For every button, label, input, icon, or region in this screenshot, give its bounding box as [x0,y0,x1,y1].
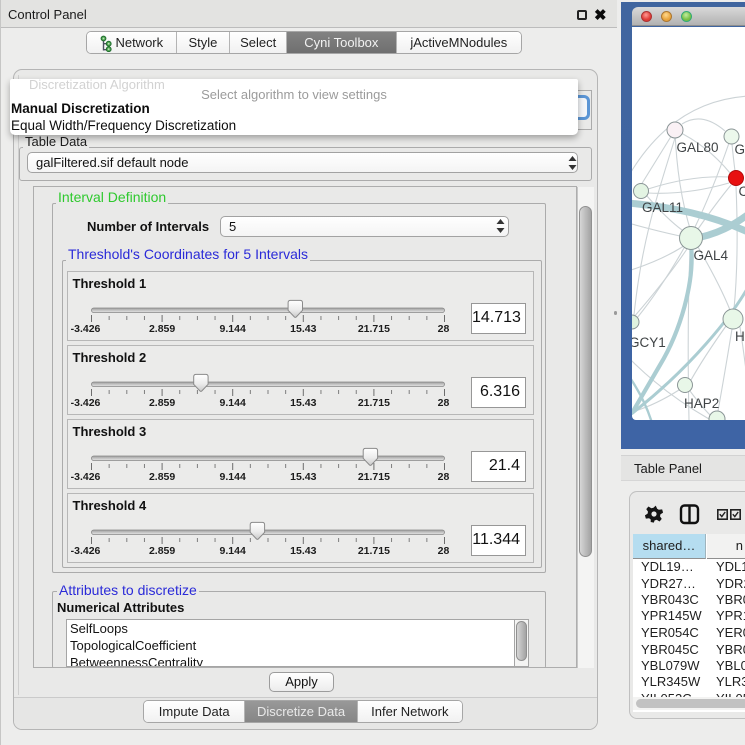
svg-text:9.144: 9.144 [219,323,245,335]
svg-text:GAL4: GAL4 [694,248,729,263]
svg-text:15.43: 15.43 [290,323,316,335]
svg-text:21.715: 21.715 [357,545,389,557]
svg-text:GAL80: GAL80 [677,140,719,155]
svg-text:GA: GA [735,142,745,157]
svg-text:28: 28 [437,471,449,483]
svg-text:-3.426: -3.426 [70,323,100,335]
svg-text:21.715: 21.715 [357,397,389,409]
svg-text:21.715: 21.715 [357,471,389,483]
svg-text:2.859: 2.859 [148,397,174,409]
svg-text:9.144: 9.144 [219,397,245,409]
svg-text:GAL11: GAL11 [642,200,683,215]
svg-text:H: H [735,329,745,344]
svg-text:-3.426: -3.426 [70,397,100,409]
svg-text:15.43: 15.43 [290,397,316,409]
svg-text:9.144: 9.144 [219,545,245,557]
svg-text:21.715: 21.715 [357,323,389,335]
svg-text:2.859: 2.859 [148,323,174,335]
svg-text:HAP2: HAP2 [684,396,719,411]
svg-text:28: 28 [437,323,449,335]
svg-text:2.859: 2.859 [148,545,174,557]
svg-text:28: 28 [437,545,449,557]
svg-text:15.43: 15.43 [290,471,316,483]
svg-text:-3.426: -3.426 [70,471,100,483]
svg-text:2.859: 2.859 [148,471,174,483]
svg-text:-3.426: -3.426 [70,545,100,557]
svg-text:C: C [739,184,745,199]
svg-text:9.144: 9.144 [219,471,245,483]
svg-text:28: 28 [437,397,449,409]
svg-text:GCY1: GCY1 [632,335,666,350]
svg-text:15.43: 15.43 [290,545,316,557]
